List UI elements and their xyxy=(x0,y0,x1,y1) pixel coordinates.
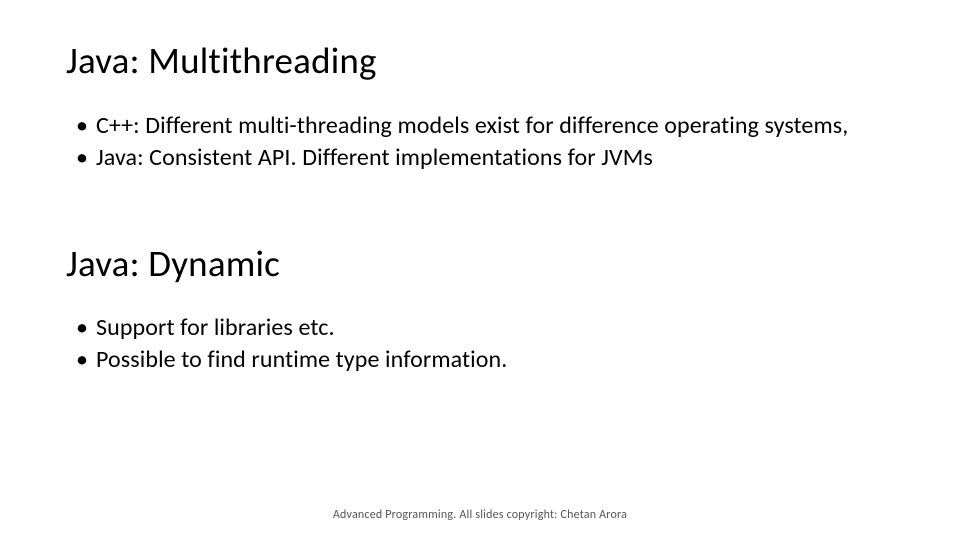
slide: Java: Multithreading C++: Different mult… xyxy=(0,0,960,540)
bullet-item: C++: Different multi-threading models ex… xyxy=(76,111,894,141)
slide-footer: Advanced Programming. All slides copyrig… xyxy=(0,508,960,522)
heading-multithreading: Java: Multithreading xyxy=(66,40,894,83)
bullet-list-dynamic: Support for libraries etc. Possible to f… xyxy=(76,313,894,375)
bullet-item: Support for libraries etc. xyxy=(76,313,894,343)
bullet-item: Java: Consistent API. Different implemen… xyxy=(76,143,894,173)
heading-dynamic: Java: Dynamic xyxy=(66,243,894,286)
bullet-item: Possible to find runtime type informatio… xyxy=(76,345,894,375)
bullet-list-multithreading: C++: Different multi-threading models ex… xyxy=(76,111,894,173)
